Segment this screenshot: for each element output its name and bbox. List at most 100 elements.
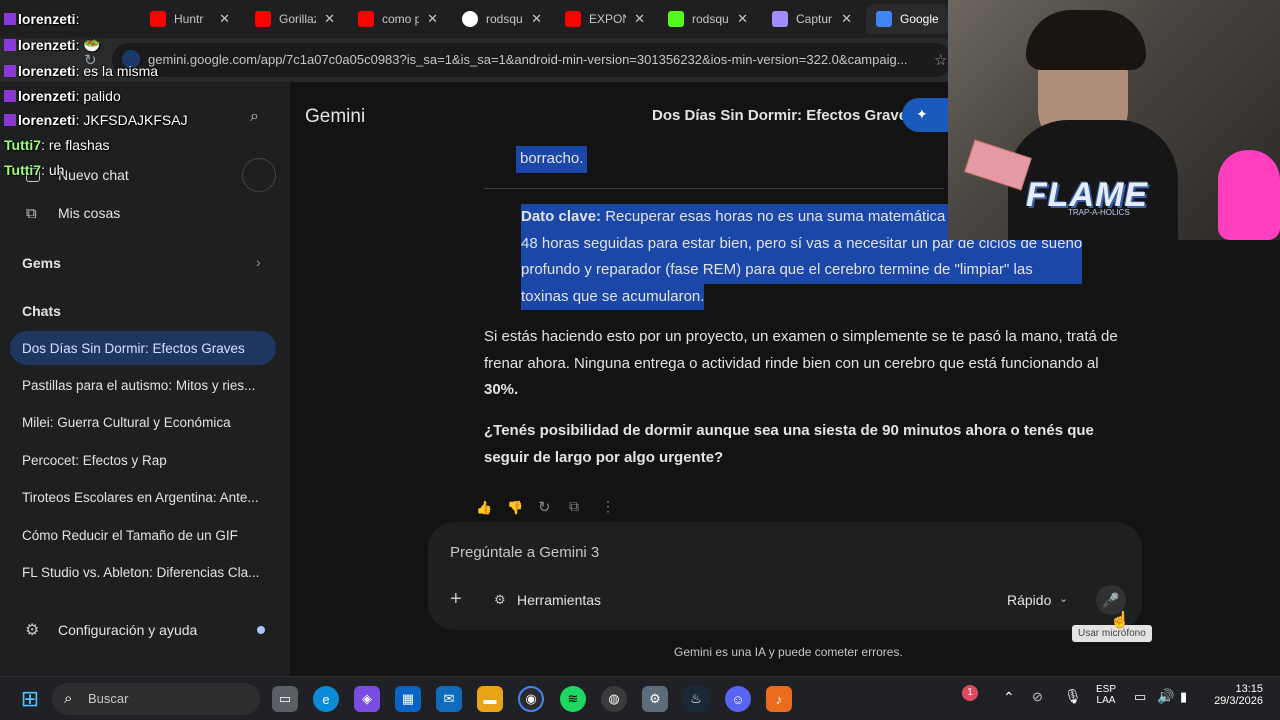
sub-badge-icon: [4, 114, 16, 126]
edge-icon[interactable]: e: [313, 686, 339, 712]
search-icon[interactable]: ⌕: [250, 108, 259, 126]
sub-badge-icon: [4, 90, 16, 102]
browser-tab[interactable]: Gorillaz ✕: [245, 4, 345, 34]
browser-tab-active[interactable]: Google: [866, 4, 948, 34]
steam-icon[interactable]: ♨: [683, 686, 709, 712]
youtube-icon: [255, 11, 271, 27]
copilot-icon[interactable]: ◈: [354, 686, 380, 712]
kick-icon: [668, 11, 684, 27]
notification-dot: [257, 626, 265, 634]
discord-icon[interactable]: ☺: [725, 686, 751, 712]
chat-item[interactable]: Tiroteos Escolares en Argentina: Ante...: [10, 480, 276, 514]
divider: [484, 188, 944, 189]
regenerate-icon[interactable]: ↻: [538, 498, 551, 516]
chat-item-active[interactable]: Dos Días Sin Dormir: Efectos Graves: [10, 331, 276, 365]
cursor-hand-icon: ☝: [1110, 612, 1130, 629]
prompt-box: Pregúntale a Gemini 3 + ⚙ Herramientas R…: [428, 522, 1142, 630]
response-question: ¿Tenés posibilidad de dormir aunque sea …: [484, 422, 1094, 466]
close-tab-icon[interactable]: ✕: [737, 11, 748, 27]
browser-tab[interactable]: rodsqu ✕: [658, 4, 758, 34]
response-text: borracho.: [516, 146, 588, 173]
browser-tab[interactable]: EXPON✕: [555, 4, 655, 34]
banner-sub: TRAP-A-HOLICS: [1068, 208, 1130, 217]
gear-icon: ⚙: [25, 622, 40, 639]
chat-message: Tutti7: re flashas: [4, 137, 110, 153]
network-off-icon[interactable]: ⊘: [1032, 689, 1043, 705]
volume-icon[interactable]: 🔊: [1157, 688, 1174, 705]
youtube-icon: [358, 11, 374, 27]
browser-tab[interactable]: como p ✕: [348, 4, 448, 34]
thumbs-up-icon[interactable]: 👍: [476, 500, 492, 516]
chat-message: lorenzeti: JKFSDAJKFSAJ: [4, 112, 188, 128]
disclaimer: Gemini es una IA y puede cometer errores…: [674, 645, 903, 659]
store-icon[interactable]: ▦: [395, 686, 421, 712]
display-icon[interactable]: ▭: [1134, 689, 1146, 705]
stack-icon: ⧉: [26, 204, 37, 222]
my-stuff-button[interactable]: ⧉ Mis cosas: [0, 195, 290, 231]
browser-tab[interactable]: Huntr ✕: [140, 4, 240, 34]
prompt-input[interactable]: Pregúntale a Gemini 3: [450, 544, 599, 561]
chat-message: lorenzeti: es la misma: [4, 63, 158, 79]
gems-section[interactable]: Gems ›: [0, 244, 290, 280]
thumbs-down-icon[interactable]: 👎: [507, 500, 523, 516]
close-tab-icon[interactable]: ✕: [219, 11, 230, 27]
spotify-icon[interactable]: ≋: [560, 686, 586, 712]
chat-message: lorenzeti:: [4, 11, 79, 27]
outlook-icon[interactable]: ✉: [436, 686, 462, 712]
copy-icon[interactable]: ⧉: [569, 498, 579, 515]
fl-studio-icon[interactable]: ♪: [766, 686, 792, 712]
gemini-logo[interactable]: Gemini: [305, 106, 365, 128]
chrome-icon[interactable]: ◉: [518, 686, 544, 712]
mic-tray-icon[interactable]: 🎙: [1064, 688, 1082, 705]
chat-item[interactable]: FL Studio vs. Ableton: Diferencias Cla..…: [10, 555, 276, 589]
close-tab-icon[interactable]: ✕: [841, 11, 852, 27]
streamer-webcam: FLAME TRAP-A-HOLICS: [948, 0, 1280, 240]
address-bar[interactable]: gemini.google.com/app/7c1a07c0a05c0983?i…: [112, 43, 952, 77]
windows-start-icon[interactable]: ⊞: [17, 686, 43, 712]
chat-item[interactable]: Milei: Guerra Cultural y Económica: [10, 405, 276, 439]
google-icon: [462, 11, 478, 27]
file-explorer-icon[interactable]: ▬: [477, 686, 503, 712]
more-options-icon[interactable]: ⋮: [601, 498, 615, 515]
url-text: gemini.google.com/app/7c1a07c0a05c0983?i…: [148, 52, 908, 67]
close-tab-icon[interactable]: ✕: [324, 11, 335, 27]
conversation-title[interactable]: Dos Días Sin Dormir: Efectos Graves: [652, 107, 915, 124]
streamer-hair: [1026, 10, 1146, 70]
notification-badge: 1: [962, 685, 978, 701]
chevron-down-icon: ⌄: [1059, 593, 1069, 605]
clock[interactable]: 13:15 29/3/2026: [1209, 683, 1263, 707]
search-icon: ⌕: [64, 690, 73, 707]
add-attachment-icon[interactable]: +: [450, 588, 462, 611]
tools-button[interactable]: Herramientas: [517, 592, 601, 608]
chevron-right-icon: ›: [256, 254, 261, 270]
close-tab-icon[interactable]: ✕: [634, 11, 645, 27]
tools-icon: ⚙: [494, 592, 506, 607]
chat-message: Tutti7: uh: [4, 162, 65, 178]
chat-item[interactable]: Cómo Reducir el Tamaño de un GIF: [10, 518, 276, 552]
chevron-up-icon[interactable]: ⌃: [1003, 689, 1015, 706]
youtube-icon: [150, 11, 166, 27]
sub-badge-icon: [4, 13, 16, 25]
language-indicator[interactable]: ESP LAA: [1096, 684, 1116, 706]
sub-badge-icon: [4, 39, 16, 51]
response-paragraph: Si estás haciendo esto por un proyecto, …: [484, 328, 1118, 398]
settings-help-button[interactable]: ⚙ Configuración y ayuda: [0, 612, 290, 648]
obs-icon[interactable]: ◍: [601, 686, 627, 712]
chat-item[interactable]: Percocet: Efectos y Rap: [10, 443, 276, 477]
settings-app-icon[interactable]: ⚙: [642, 686, 668, 712]
sub-badge-icon: [4, 65, 16, 77]
chat-item[interactable]: Pastillas para el autismo: Mitos y ries.…: [10, 368, 276, 402]
windows-taskbar: ⊞ ⌕ Buscar ▭ e ◈ ▦ ✉ ▬ ◉ ≋ ◍ ⚙ ♨ ☺ ♪ 1 ⌃…: [0, 676, 1280, 720]
taskbar-search[interactable]: ⌕ Buscar: [52, 683, 260, 715]
task-view-icon[interactable]: ▭: [272, 686, 298, 712]
browser-tab[interactable]: Captur ✕: [762, 4, 862, 34]
battery-icon[interactable]: ▮: [1180, 689, 1187, 705]
chat-message: lorenzeti: palido: [4, 88, 121, 104]
model-mode-select[interactable]: Rápido: [1007, 592, 1051, 608]
temporary-chat-icon[interactable]: [242, 158, 276, 192]
close-tab-icon[interactable]: ✕: [531, 11, 542, 27]
close-tab-icon[interactable]: ✕: [427, 11, 438, 27]
pen-icon: [772, 11, 788, 27]
bookmark-star-icon[interactable]: ☆: [934, 51, 947, 69]
browser-tab[interactable]: rodsqu ✕: [452, 4, 552, 34]
